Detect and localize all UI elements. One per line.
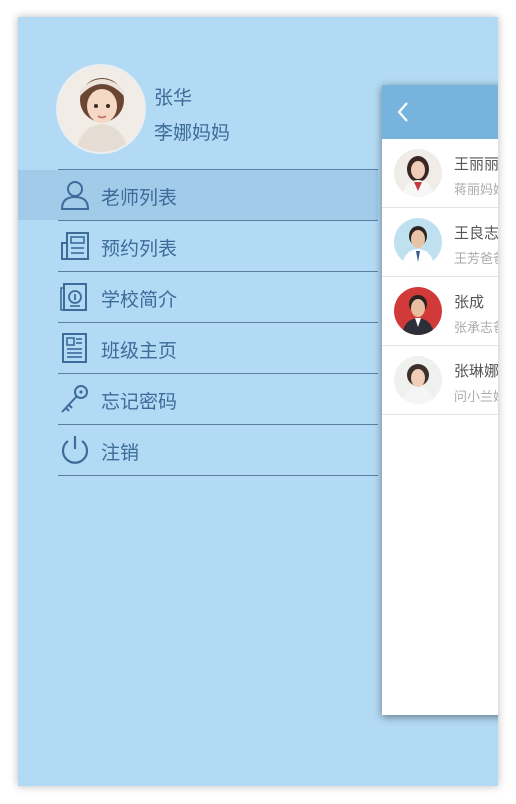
contact-avatar xyxy=(394,149,442,197)
contact-subtitle: 问小兰妈妈 xyxy=(454,390,498,405)
panel-header xyxy=(382,85,498,139)
menu-item-forgot-password[interactable]: 忘记密码 xyxy=(58,373,378,424)
contact-list-item[interactable]: 王丽丽 蒋丽妈妈 xyxy=(382,139,498,208)
menu-item-label: 班级主页 xyxy=(101,340,178,362)
menu-item-logout[interactable]: 注销 xyxy=(58,424,378,476)
contact-avatar xyxy=(394,287,442,335)
user-avatar[interactable] xyxy=(58,66,144,152)
person-icon xyxy=(60,181,90,210)
contact-avatar xyxy=(394,218,442,266)
document-icon xyxy=(62,333,87,363)
menu-item-label: 注销 xyxy=(101,442,140,464)
menu-item-class-homepage[interactable]: 班级主页 xyxy=(58,322,378,373)
contact-name: 王丽丽 xyxy=(454,155,498,173)
contact-list-item[interactable]: 王良志 王芳爸爸 xyxy=(382,208,498,277)
chevron-left-icon[interactable] xyxy=(394,100,412,124)
contact-avatar xyxy=(394,356,442,404)
app-screen: 张华 李娜妈妈 老师列表 预约列表 学校简介 班级主页 忘记密码 注销 王丽丽 … xyxy=(18,17,498,786)
menu-item-label: 老师列表 xyxy=(101,187,178,209)
menu-item-school-intro[interactable]: 学校简介 xyxy=(58,271,378,322)
contact-subtitle: 王芳爸爸 xyxy=(454,252,498,267)
menu-item-label: 预约列表 xyxy=(101,238,178,260)
profile-subtitle: 李娜妈妈 xyxy=(154,122,231,144)
teacher-list-panel: 王丽丽 蒋丽妈妈 王良志 王芳爸爸 xyxy=(382,85,498,715)
menu-item-label: 忘记密码 xyxy=(101,391,178,413)
menu-item-teacher-list[interactable]: 老师列表 xyxy=(18,169,378,220)
contact-subtitle: 蒋丽妈妈 xyxy=(454,183,498,198)
menu-item-appointment-list[interactable]: 预约列表 xyxy=(58,220,378,271)
newspaper-icon xyxy=(61,232,89,260)
power-icon xyxy=(61,436,89,464)
contact-name: 王良志 xyxy=(454,224,498,242)
key-icon xyxy=(61,385,88,413)
profile-name: 张华 xyxy=(154,87,193,109)
contact-list-item[interactable]: 张琳娜 问小兰妈妈 xyxy=(382,346,498,415)
menu-item-label: 学校简介 xyxy=(101,289,178,311)
contact-name: 张成 xyxy=(454,293,485,311)
contact-list-item[interactable]: 张成 张承志爸爸 xyxy=(382,277,498,346)
contact-name: 张琳娜 xyxy=(454,362,498,380)
school-info-icon xyxy=(60,283,87,311)
contact-subtitle: 张承志爸爸 xyxy=(454,321,498,336)
